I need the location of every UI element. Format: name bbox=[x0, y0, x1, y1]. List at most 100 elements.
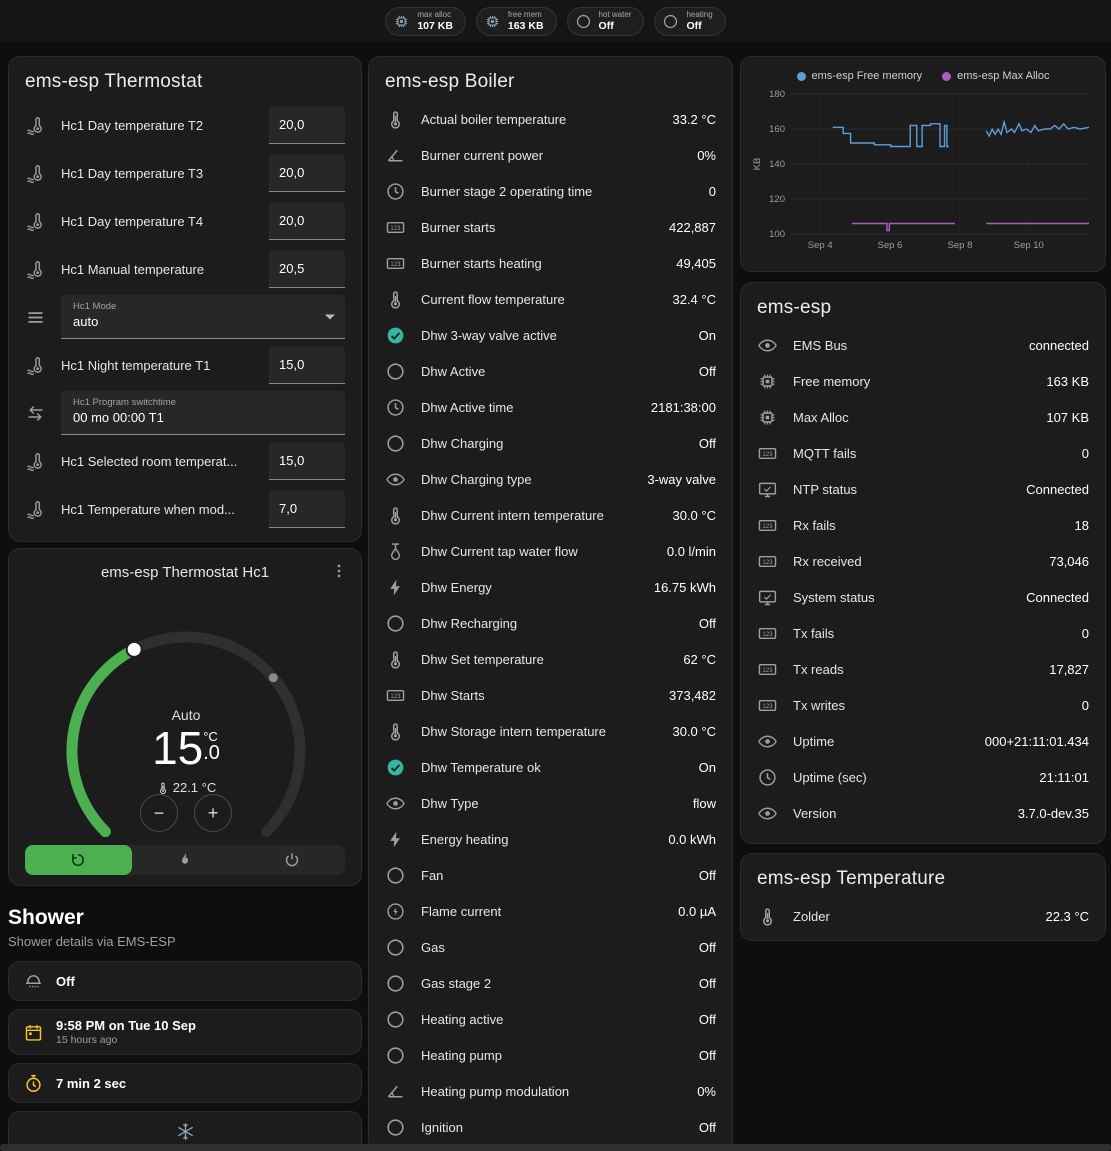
entity-row[interactable]: Max Alloc107 KB bbox=[741, 399, 1105, 435]
entity-row[interactable]: Heating pumpOff bbox=[369, 1037, 732, 1073]
temp-decrease-button[interactable]: − bbox=[140, 794, 178, 832]
number-input[interactable]: 20,0 bbox=[269, 202, 345, 240]
shower-card[interactable]: 7 min 2 sec bbox=[8, 1063, 362, 1103]
entity-label: Dhw Recharging bbox=[421, 616, 691, 631]
entity-row[interactable]: Gas stage 2Off bbox=[369, 965, 732, 1001]
entity-row[interactable]: Uptime000+21:11:01.434 bbox=[741, 723, 1105, 759]
entity-value: 2181:38:00 bbox=[651, 400, 716, 415]
entity-row[interactable]: Uptime (sec)21:11:01 bbox=[741, 759, 1105, 795]
entity-label: Max Alloc bbox=[793, 410, 1038, 425]
entity-row[interactable]: 123Tx reads17,827 bbox=[741, 651, 1105, 687]
entity-value: Connected bbox=[1026, 590, 1089, 605]
entity-label: Dhw Active bbox=[421, 364, 691, 379]
thermostat-settings-card: ems-esp Thermostat Hc1 Day temperature T… bbox=[8, 56, 362, 542]
entity-row[interactable]: Heating pump modulation0% bbox=[369, 1073, 732, 1109]
svg-text:123: 123 bbox=[762, 558, 773, 565]
status-chip[interactable]: heatingOff bbox=[654, 7, 725, 36]
hvac-mode-auto-button[interactable] bbox=[25, 845, 132, 875]
entity-value: 62 °C bbox=[683, 652, 716, 667]
entity-row[interactable]: Dhw ChargingOff bbox=[369, 425, 732, 461]
chip-text: max alloc107 KB bbox=[417, 10, 453, 31]
hvac-mode-heat-button[interactable] bbox=[132, 845, 239, 875]
shower-card-list: Off 9:58 PM on Tue 10 Sep15 hours ago 7 mi… bbox=[8, 961, 362, 1151]
legend-item[interactable]: ems-esp Max Alloc bbox=[942, 70, 1049, 82]
entity-row[interactable]: Heating activeOff bbox=[369, 1001, 732, 1037]
entity-row[interactable]: Dhw Current tap water flow0.0 l/min bbox=[369, 533, 732, 569]
setting-label: Hc1 Manual temperature bbox=[61, 262, 269, 277]
entity-row[interactable]: Dhw Charging type3-way valve bbox=[369, 461, 732, 497]
entity-row[interactable]: 123Rx fails18 bbox=[741, 507, 1105, 543]
entity-row[interactable]: Burner stage 2 operating time0 bbox=[369, 173, 732, 209]
entity-row[interactable]: Flame current0.0 µA bbox=[369, 893, 732, 929]
entity-label: Tx reads bbox=[793, 662, 1041, 677]
number-input[interactable]: 20,0 bbox=[269, 106, 345, 144]
entity-row[interactable]: Dhw Storage intern temperature30.0 °C bbox=[369, 713, 732, 749]
svg-text:Sep 8: Sep 8 bbox=[948, 240, 973, 251]
legend-label: ems-esp Max Alloc bbox=[957, 70, 1049, 82]
entity-row[interactable]: Free memory163 KB bbox=[741, 363, 1105, 399]
entity-label: EMS Bus bbox=[793, 338, 1021, 353]
entity-value: Off bbox=[699, 940, 716, 955]
entity-row[interactable]: Dhw Current intern temperature30.0 °C bbox=[369, 497, 732, 533]
temp-increase-button[interactable]: + bbox=[194, 794, 232, 832]
thermostat-dial: Auto 15 °C .0 22.1 °C − + bbox=[9, 581, 362, 839]
hvac-mode-off-button[interactable] bbox=[238, 845, 345, 875]
entity-row[interactable]: Dhw RechargingOff bbox=[369, 605, 732, 641]
entity-row[interactable]: FanOff bbox=[369, 857, 732, 893]
mode-select[interactable]: Hc1 Modeauto bbox=[61, 295, 345, 339]
entity-list: EMS BusconnectedFree memory163 KBMax All… bbox=[741, 327, 1105, 831]
counter-icon: 123 bbox=[757, 659, 778, 680]
status-chip[interactable]: hot waterOff bbox=[567, 7, 645, 36]
dots-vertical-icon[interactable] bbox=[329, 561, 349, 581]
entity-row[interactable]: Zolder22.3 °C bbox=[741, 898, 1105, 934]
entity-row[interactable]: Actual boiler temperature33.2 °C bbox=[369, 101, 732, 137]
entity-value: 0% bbox=[697, 1084, 716, 1099]
entity-label: Rx fails bbox=[793, 518, 1067, 533]
entity-row[interactable]: EMS Busconnected bbox=[741, 327, 1105, 363]
entity-value: Off bbox=[699, 364, 716, 379]
entity-row[interactable]: Dhw Typeflow bbox=[369, 785, 732, 821]
entity-row[interactable]: Dhw Temperature okOn bbox=[369, 749, 732, 785]
entity-row[interactable]: NTP statusConnected bbox=[741, 471, 1105, 507]
section-subtitle: Shower details via EMS-ESP bbox=[8, 934, 362, 949]
entity-row[interactable]: Energy heating0.0 kWh bbox=[369, 821, 732, 857]
entity-row[interactable]: Dhw Active Off bbox=[369, 353, 732, 389]
entity-label: Dhw Temperature ok bbox=[421, 760, 691, 775]
shower-card[interactable]: 9:58 PM on Tue 10 Sep15 hours ago bbox=[8, 1009, 362, 1055]
status-chip[interactable]: free mem163 KB bbox=[476, 7, 557, 36]
number-input[interactable]: 15,0 bbox=[269, 442, 345, 480]
entity-row[interactable]: 123Dhw Starts373,482 bbox=[369, 677, 732, 713]
entity-row[interactable]: Dhw Energy16.75 kWh bbox=[369, 569, 732, 605]
entity-row[interactable]: IgnitionOff bbox=[369, 1109, 732, 1145]
setting-label: Hc1 Temperature when mod... bbox=[61, 502, 269, 517]
entity-row[interactable]: Current flow temperature32.4 °C bbox=[369, 281, 732, 317]
number-input[interactable]: 20,5 bbox=[269, 250, 345, 288]
entity-row[interactable]: Burner current power0% bbox=[369, 137, 732, 173]
number-input[interactable]: 7,0 bbox=[269, 490, 345, 528]
entity-row[interactable]: Dhw Active time2181:38:00 bbox=[369, 389, 732, 425]
entity-label: Dhw 3-way valve active bbox=[421, 328, 691, 343]
entity-row[interactable]: 123Rx received73,046 bbox=[741, 543, 1105, 579]
horizontal-scrollbar[interactable] bbox=[0, 1144, 1111, 1151]
legend-item[interactable]: ems-esp Free memory bbox=[797, 70, 923, 82]
number-input[interactable]: 15,0 bbox=[269, 346, 345, 384]
text-input[interactable]: Hc1 Program switchtime00 mo 00:00 T1 bbox=[61, 391, 345, 435]
number-input[interactable]: 20,0 bbox=[269, 154, 345, 192]
entity-label: Gas bbox=[421, 940, 691, 955]
entity-row[interactable]: System statusConnected bbox=[741, 579, 1105, 615]
entity-row[interactable]: Dhw Set temperature62 °C bbox=[369, 641, 732, 677]
status-chip[interactable]: max alloc107 KB bbox=[385, 7, 466, 36]
entity-row[interactable]: Version3.7.0-dev.35 bbox=[741, 795, 1105, 831]
target-temp-handle[interactable] bbox=[127, 642, 142, 657]
circle-outline-icon bbox=[385, 361, 406, 382]
entity-row[interactable]: 123MQTT fails0 bbox=[741, 435, 1105, 471]
shower-card[interactable]: Off bbox=[8, 961, 362, 1001]
entity-row[interactable]: 123Burner starts422,887 bbox=[369, 209, 732, 245]
svg-text:123: 123 bbox=[390, 260, 401, 267]
entity-row[interactable]: Dhw 3-way valve activeOn bbox=[369, 317, 732, 353]
entity-row[interactable]: 123Tx writes0 bbox=[741, 687, 1105, 723]
entity-row[interactable]: 123Tx fails0 bbox=[741, 615, 1105, 651]
entity-row[interactable]: 123Burner starts heating49,405 bbox=[369, 245, 732, 281]
entity-label: Tx writes bbox=[793, 698, 1074, 713]
entity-row[interactable]: Gas Off bbox=[369, 929, 732, 965]
